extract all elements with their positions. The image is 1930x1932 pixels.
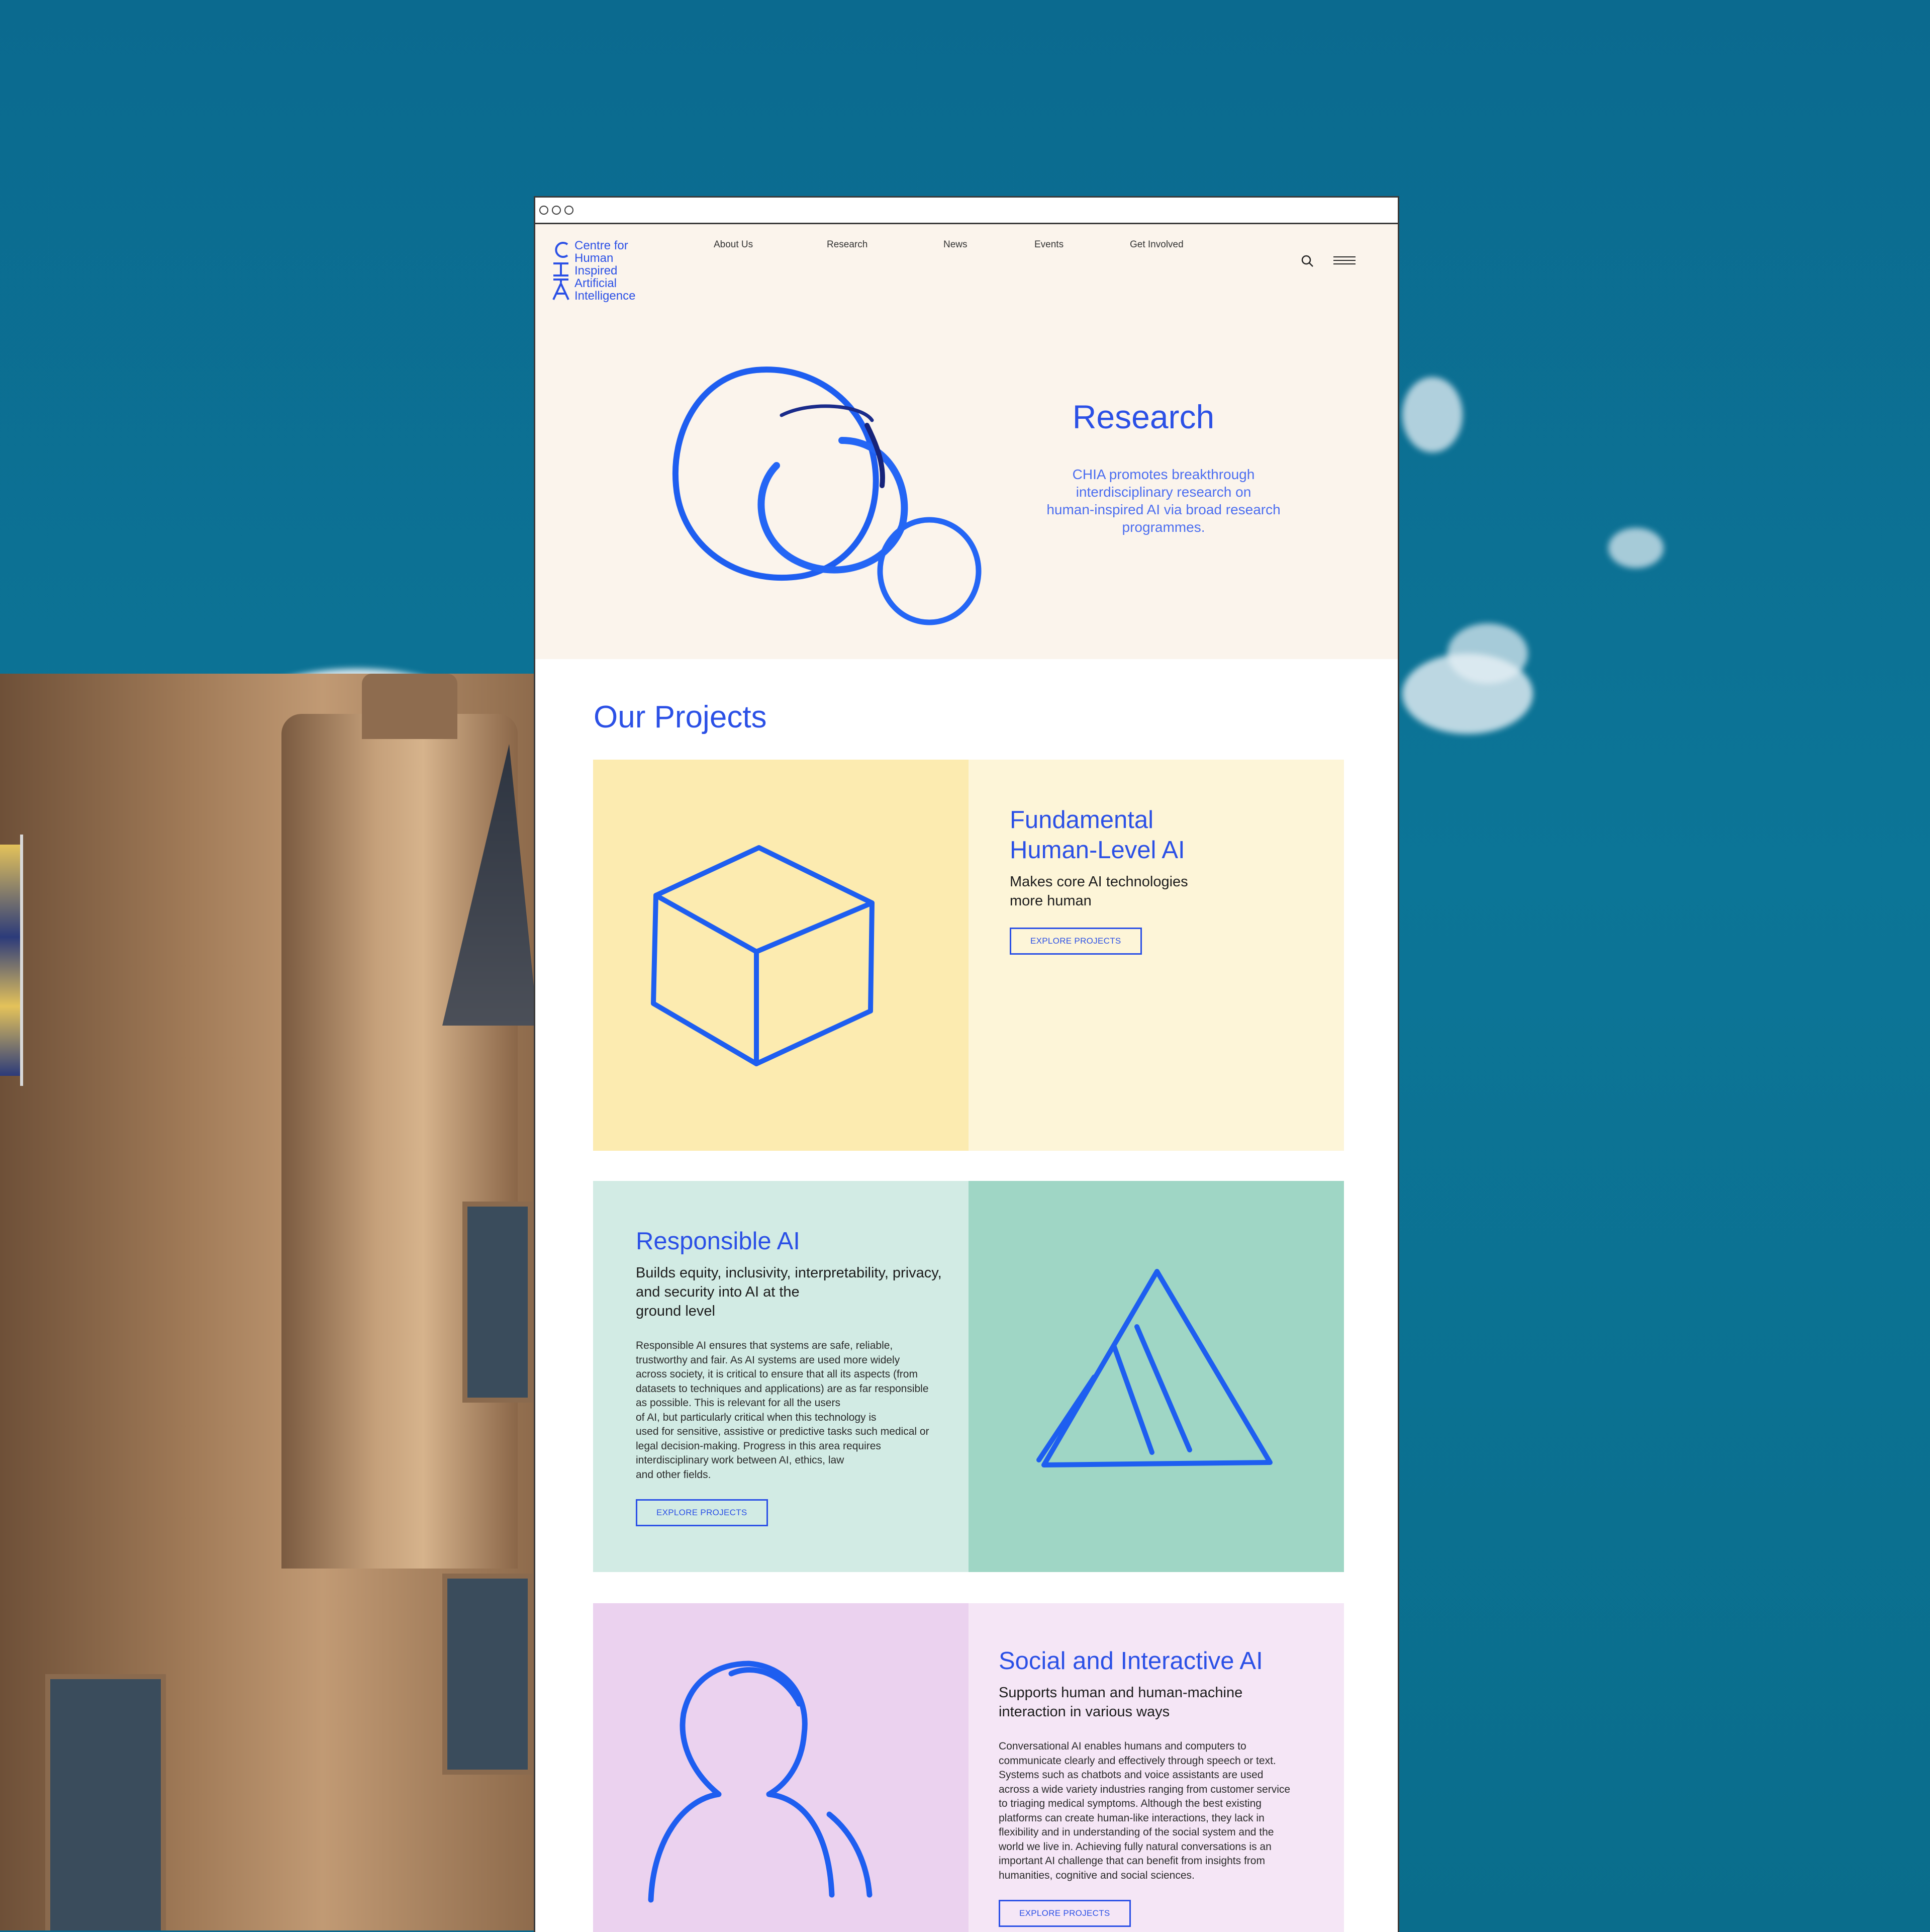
card-subtitle: Builds equity, inclusivity, interpretabi… xyxy=(636,1265,942,1319)
cube-illustration-panel xyxy=(593,760,969,1151)
nav-item-news[interactable]: News xyxy=(943,239,968,250)
research-hero: Centre for Human Inspired Artificial Int… xyxy=(535,224,1398,659)
chia-logo-mark xyxy=(551,239,569,300)
project-card-social: Social and Interactive AI Supports human… xyxy=(593,1603,1344,1932)
person-sketch-icon xyxy=(648,1661,873,1903)
chia-logo[interactable]: Centre for Human Inspired Artificial Int… xyxy=(551,239,645,302)
person-illustration-panel xyxy=(593,1603,969,1932)
hamburger-menu-icon[interactable] xyxy=(1333,255,1356,269)
hero-description: CHIA promotes breakthrough interdiscipli… xyxy=(1046,467,1281,535)
explore-projects-button[interactable]: EXPLORE PROJECTS xyxy=(636,1499,768,1526)
social-text-panel: Social and Interactive AI Supports human… xyxy=(969,1603,1344,1932)
fundamental-text-panel: Fundamental Human-Level AI Makes core AI… xyxy=(969,760,1344,1151)
window-maximize-button[interactable] xyxy=(564,206,573,215)
card-title: Social and Interactive AI xyxy=(999,1647,1263,1675)
triangle-illustration-panel xyxy=(969,1181,1344,1572)
explore-projects-button[interactable]: EXPLORE PROJECTS xyxy=(999,1900,1131,1927)
card-subtitle: Makes core AI technologies more human xyxy=(1010,874,1188,909)
browser-window: Centre for Human Inspired Artificial Int… xyxy=(534,196,1399,1932)
cube-sketch-icon xyxy=(651,845,875,1066)
card-title: Fundamental Human-Level AI xyxy=(1010,806,1185,864)
chia-logo-text: Centre for Human Inspired Artificial Int… xyxy=(574,239,636,303)
card-body: Conversational AI enables humans and com… xyxy=(999,1740,1291,1881)
triangle-sketch-icon xyxy=(1036,1269,1273,1467)
nav-item-events[interactable]: Events xyxy=(1034,239,1064,250)
explore-projects-button[interactable]: EXPLORE PROJECTS xyxy=(1010,928,1142,955)
window-minimize-button[interactable] xyxy=(552,206,561,215)
responsible-text-panel: Responsible AI Builds equity, inclusivit… xyxy=(593,1181,969,1572)
project-card-responsible: Responsible AI Builds equity, inclusivit… xyxy=(593,1181,1344,1572)
card-body: Responsible AI ensures that systems are … xyxy=(636,1340,929,1481)
card-subtitle: Supports human and human-machine interac… xyxy=(999,1685,1243,1720)
window-titlebar xyxy=(535,198,1398,224)
overlapping-circles-illustration xyxy=(661,360,983,636)
nav-item-about-us[interactable]: About Us xyxy=(714,239,753,250)
projects-heading: Our Projects xyxy=(594,700,767,734)
card-title: Responsible AI xyxy=(636,1228,800,1255)
nav-item-get-involved[interactable]: Get Involved xyxy=(1130,239,1184,250)
nav-item-research[interactable]: Research xyxy=(827,239,867,250)
window-close-button[interactable] xyxy=(539,206,548,215)
search-icon[interactable] xyxy=(1301,254,1314,270)
hero-title: Research xyxy=(1072,398,1215,435)
project-card-fundamental: Fundamental Human-Level AI Makes core AI… xyxy=(593,760,1344,1151)
